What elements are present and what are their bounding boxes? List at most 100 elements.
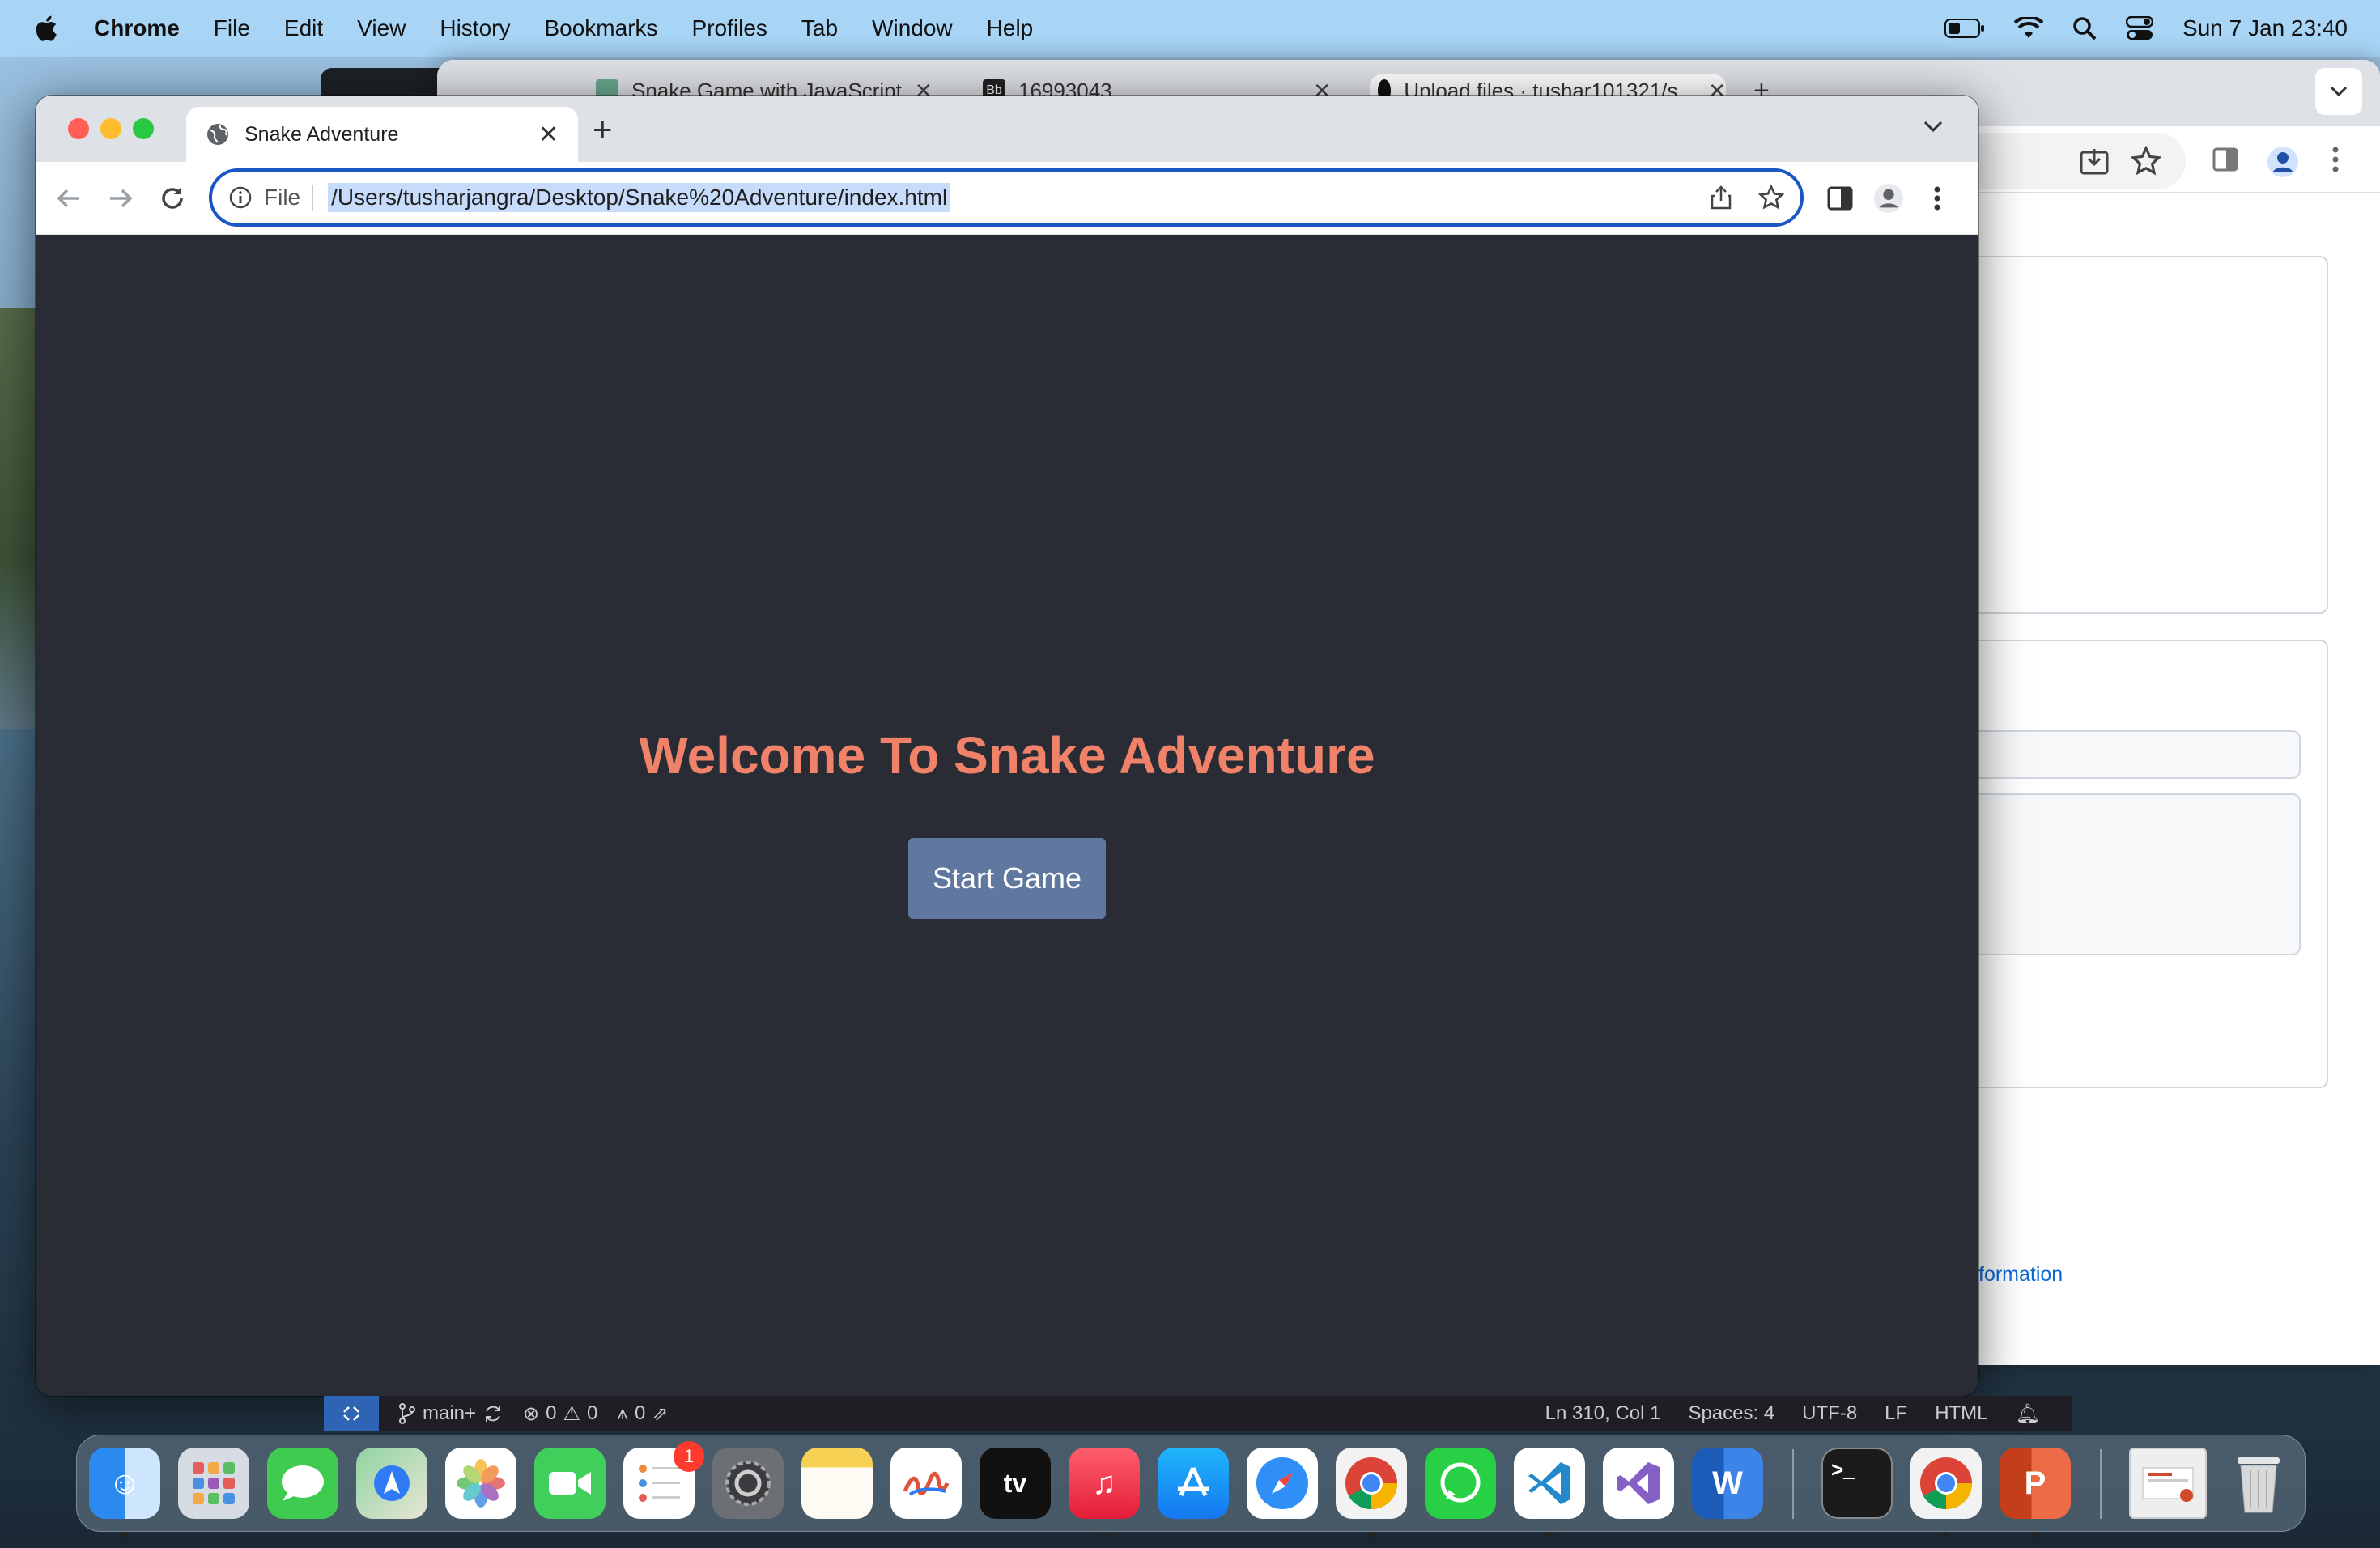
dock-separator bbox=[1792, 1449, 1794, 1519]
start-game-button[interactable]: Start Game bbox=[908, 838, 1106, 919]
bookmark-star-icon[interactable] bbox=[2130, 145, 2162, 176]
site-info-icon[interactable] bbox=[228, 185, 253, 210]
notes-icon[interactable] bbox=[801, 1448, 873, 1519]
control-center-icon[interactable] bbox=[2126, 16, 2154, 40]
tab-snake-adventure[interactable]: Snake Adventure ✕ bbox=[186, 107, 578, 162]
end-of-line[interactable]: LF bbox=[1885, 1402, 1907, 1425]
back-arrow-icon[interactable] bbox=[53, 183, 84, 214]
forward-arrow-icon[interactable] bbox=[105, 183, 136, 214]
running-indicator bbox=[1943, 1532, 1949, 1538]
cursor-position[interactable]: Ln 310, Col 1 bbox=[1545, 1402, 1661, 1425]
running-indicator bbox=[1101, 1532, 1107, 1538]
profile-avatar-icon[interactable] bbox=[2267, 146, 2298, 177]
warning-count: 0 bbox=[587, 1402, 598, 1424]
trash-icon[interactable] bbox=[2223, 1448, 2294, 1519]
reminders-badge: 1 bbox=[674, 1441, 704, 1472]
indentation[interactable]: Spaces: 4 bbox=[1688, 1402, 1774, 1425]
music-icon[interactable]: ♫ bbox=[1069, 1448, 1140, 1519]
git-branch-label: main+ bbox=[423, 1402, 477, 1424]
github-upload-dropzone[interactable] bbox=[1967, 256, 2328, 614]
github-info-link[interactable]: formation bbox=[1978, 1263, 2063, 1286]
system-settings-icon[interactable] bbox=[712, 1448, 784, 1519]
finder-icon[interactable]: ☺ bbox=[89, 1448, 160, 1519]
reload-icon[interactable] bbox=[157, 183, 188, 214]
app-store-icon[interactable] bbox=[1158, 1448, 1229, 1519]
background-tab-search-button[interactable] bbox=[2315, 68, 2362, 115]
github-commit-title-input[interactable] bbox=[1967, 730, 2301, 779]
facetime-icon[interactable] bbox=[534, 1448, 606, 1519]
menu-profiles[interactable]: Profiles bbox=[692, 15, 767, 41]
new-tab-button[interactable]: + bbox=[593, 110, 613, 149]
tab-strip: Snake Adventure ✕ + bbox=[36, 96, 1978, 162]
chrome-window: Snake Adventure ✕ + File /Users/tusharja… bbox=[36, 96, 1978, 1396]
photos-icon[interactable] bbox=[445, 1448, 516, 1519]
ports-count: 0 bbox=[634, 1402, 646, 1424]
battery-icon[interactable] bbox=[1944, 18, 1985, 39]
toolbar: File /Users/tusharjangra/Desktop/Snake%2… bbox=[36, 162, 1978, 235]
sync-icon[interactable] bbox=[482, 1403, 504, 1424]
chrome-icon-2[interactable] bbox=[1910, 1448, 1982, 1519]
menu-help[interactable]: Help bbox=[987, 15, 1034, 41]
menu-bookmarks[interactable]: Bookmarks bbox=[544, 15, 657, 41]
powerpoint-icon[interactable]: P bbox=[2000, 1448, 2071, 1519]
running-indicator bbox=[121, 1532, 128, 1538]
vscode-icon[interactable] bbox=[1514, 1448, 1585, 1519]
chrome-icon[interactable] bbox=[1336, 1448, 1407, 1519]
git-branch[interactable]: main+ bbox=[398, 1402, 504, 1425]
terminal-icon[interactable]: >_ bbox=[1821, 1448, 1893, 1519]
running-indicator bbox=[1546, 1532, 1553, 1538]
page-title: Welcome To Snake Adventure bbox=[639, 726, 1375, 785]
close-window-button[interactable] bbox=[68, 118, 89, 139]
side-panel-icon[interactable] bbox=[2212, 146, 2242, 176]
notifications-bell-icon[interactable]: 🔔︎ bbox=[2016, 1402, 2040, 1426]
apple-logo-icon[interactable] bbox=[32, 14, 58, 43]
live-share-icon[interactable]: ⇗ bbox=[652, 1402, 668, 1426]
menu-history[interactable]: History bbox=[440, 15, 510, 41]
ports-indicator[interactable]: ⩚ 0 ⇗ bbox=[617, 1402, 668, 1426]
menubar-clock[interactable]: Sun 7 Jan 23:40 bbox=[2182, 15, 2348, 41]
kebab-menu-icon[interactable] bbox=[1922, 183, 1953, 214]
address-bar[interactable]: File /Users/tusharjangra/Desktop/Snake%2… bbox=[209, 168, 1804, 227]
tab-search-chevron-icon[interactable] bbox=[1922, 118, 1944, 138]
bookmark-star-icon[interactable] bbox=[1758, 185, 1784, 211]
download-icon[interactable] bbox=[2079, 146, 2110, 176]
error-icon: ⊗ bbox=[523, 1402, 540, 1425]
close-tab-icon[interactable]: ✕ bbox=[538, 121, 559, 149]
apple-tv-icon[interactable]: tv bbox=[980, 1448, 1051, 1519]
menu-edit[interactable]: Edit bbox=[284, 15, 323, 41]
wifi-icon[interactable] bbox=[2014, 17, 2044, 40]
maximize-window-button[interactable] bbox=[133, 118, 154, 139]
launchpad-icon[interactable] bbox=[178, 1448, 249, 1519]
menu-window[interactable]: Window bbox=[872, 15, 953, 41]
problems-indicator[interactable]: ⊗ 0 ⚠ 0 bbox=[523, 1402, 597, 1426]
kebab-menu-icon[interactable] bbox=[2331, 146, 2348, 176]
freeform-icon[interactable] bbox=[890, 1448, 962, 1519]
downloads-stack-icon[interactable] bbox=[2129, 1448, 2207, 1519]
minimize-window-button[interactable] bbox=[100, 118, 121, 139]
whatsapp-icon[interactable] bbox=[1425, 1448, 1496, 1519]
side-panel-icon[interactable] bbox=[1825, 183, 1855, 214]
visual-studio-icon[interactable] bbox=[1603, 1448, 1674, 1519]
messages-icon[interactable] bbox=[267, 1448, 338, 1519]
vscode-status-bar: main+ ⊗ 0 ⚠ 0 ⩚ 0 ⇗ Ln 310, Col 1 Spaces… bbox=[324, 1396, 2072, 1431]
menu-view[interactable]: View bbox=[357, 15, 406, 41]
word-icon[interactable]: W bbox=[1692, 1448, 1763, 1519]
running-indicator bbox=[1368, 1532, 1375, 1538]
safari-icon[interactable] bbox=[1247, 1448, 1318, 1519]
github-commit-description-textarea[interactable] bbox=[1967, 793, 2301, 955]
profile-avatar-icon[interactable] bbox=[1873, 183, 1904, 214]
url-scheme-label: File bbox=[264, 185, 314, 211]
warning-icon: ⚠ bbox=[563, 1402, 581, 1425]
menu-tab[interactable]: Tab bbox=[801, 15, 838, 41]
broadcast-icon: ⩚ bbox=[617, 1402, 628, 1424]
menu-app-name[interactable]: Chrome bbox=[94, 15, 180, 41]
url-text[interactable]: /Users/tusharjangra/Desktop/Snake%20Adve… bbox=[328, 183, 951, 212]
share-icon[interactable] bbox=[1708, 185, 1734, 211]
menu-file[interactable]: File bbox=[214, 15, 250, 41]
git-branch-icon bbox=[399, 1403, 415, 1424]
remote-indicator-icon[interactable] bbox=[324, 1396, 379, 1431]
spotlight-search-icon[interactable] bbox=[2072, 16, 2097, 40]
language-mode[interactable]: HTML bbox=[1935, 1402, 1987, 1425]
maps-icon[interactable] bbox=[356, 1448, 427, 1519]
encoding[interactable]: UTF-8 bbox=[1802, 1402, 1857, 1425]
